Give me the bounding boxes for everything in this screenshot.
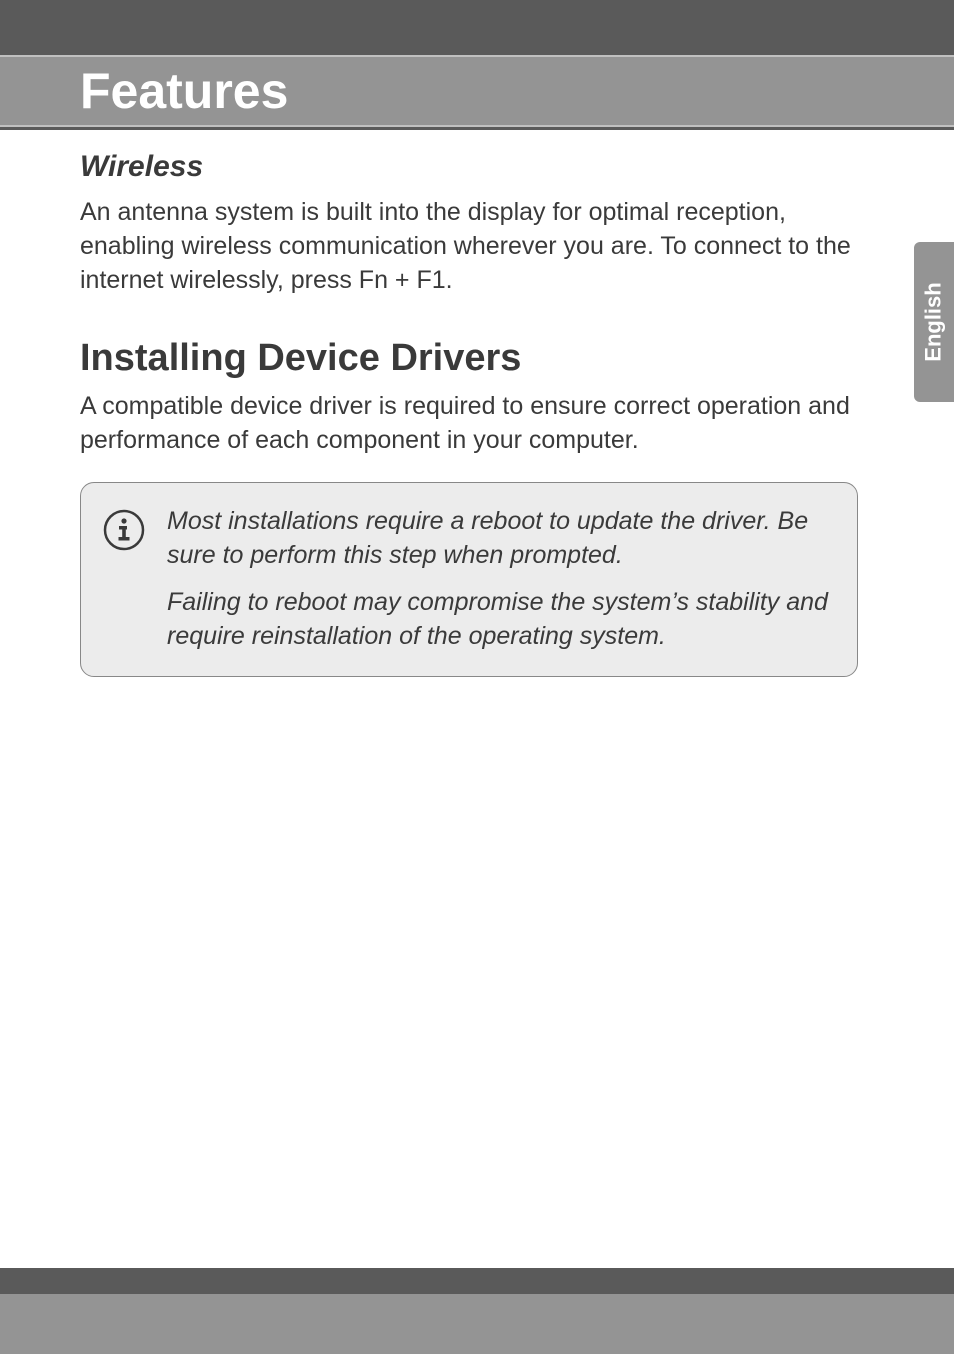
language-tab-label: English xyxy=(921,282,947,361)
title-band: Features xyxy=(0,55,954,127)
info-note-text: Most installations require a reboot to u… xyxy=(167,505,835,654)
drivers-body: A compatible device driver is required t… xyxy=(80,390,858,458)
wireless-body: An antenna system is built into the disp… xyxy=(80,196,858,297)
info-note-paragraph-1: Most installations require a reboot to u… xyxy=(167,505,835,573)
language-tab: English xyxy=(914,242,954,402)
drivers-heading: Installing Device Drivers xyxy=(80,337,858,380)
info-icon xyxy=(103,509,145,551)
footer-band xyxy=(0,1294,954,1354)
page-content: Wireless An antenna system is built into… xyxy=(80,150,858,677)
info-note-paragraph-2: Failing to reboot may compromise the sys… xyxy=(167,586,835,654)
info-note-box: Most installations require a reboot to u… xyxy=(80,482,858,677)
wireless-heading: Wireless xyxy=(80,150,858,184)
page-title: Features xyxy=(80,57,288,125)
